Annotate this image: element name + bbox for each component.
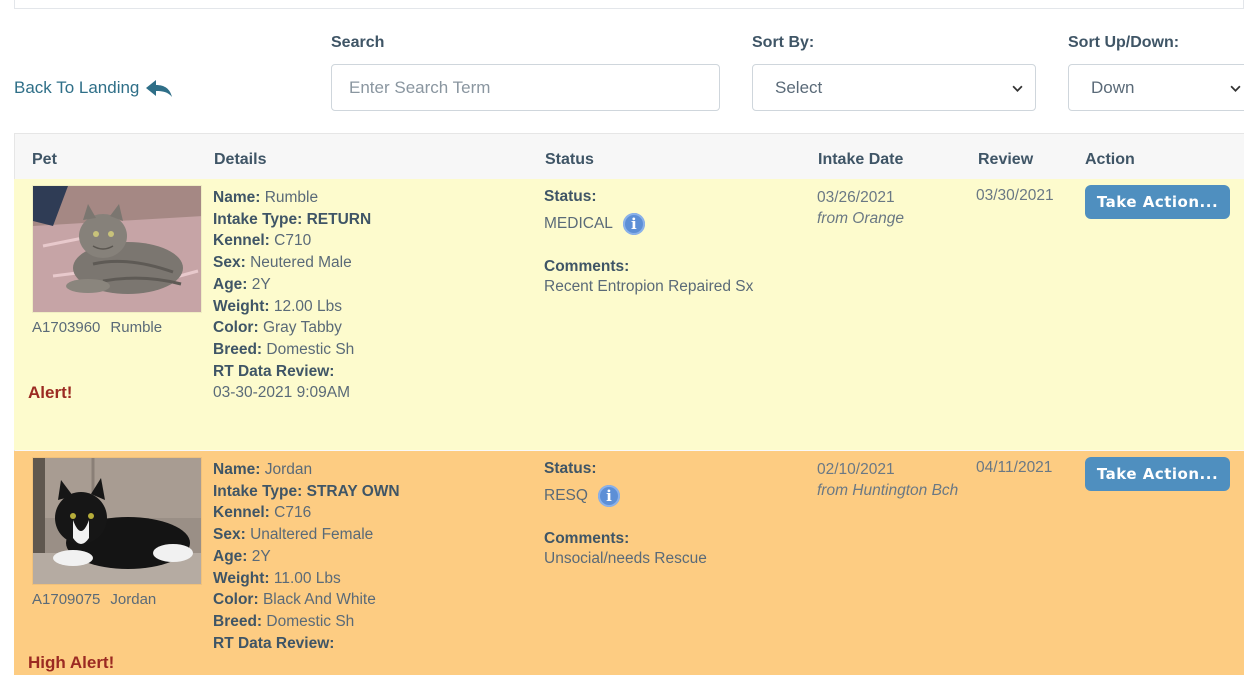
sex-key: Sex: — [213, 254, 246, 272]
sex-value: Neutered Male — [250, 254, 352, 272]
intake-cell: 02/10/2021 from Huntington Bch — [817, 459, 967, 501]
header-action: Action — [1085, 151, 1135, 168]
breed-value: Domestic Sh — [266, 612, 355, 630]
sort-direction-value: Down — [1091, 77, 1135, 97]
intake-cell: 03/26/2021 from Orange — [817, 187, 967, 229]
age-value: 2Y — [251, 275, 271, 293]
weight-value: 12.00 Lbs — [273, 297, 342, 315]
name-value: Rumble — [264, 189, 319, 206]
intake-type-key: Intake Type: — [213, 482, 303, 500]
status-value: RESQ — [544, 487, 588, 504]
name-key: Name: — [213, 189, 261, 206]
status-cell: Status: RESQ i Comments: Unsocial/needs … — [544, 459, 814, 569]
kennel-value: C716 — [274, 504, 312, 522]
intake-type-key: Intake Type: — [213, 210, 303, 228]
back-to-landing-link[interactable]: Back To Landing — [14, 78, 173, 98]
kennel-key: Kennel: — [213, 504, 270, 522]
comments-key: Comments: — [544, 530, 630, 547]
color-key: Color: — [213, 591, 259, 609]
rt-review-value: 03-30-2021 9:09AM — [213, 384, 351, 402]
pet-id-line: A1703960 Rumble — [32, 319, 162, 336]
table-row: A1703960 Rumble Alert! Name: Rumble Intak… — [14, 179, 1244, 450]
intake-type-value: RETURN — [306, 210, 372, 228]
back-label: Back To Landing — [14, 78, 140, 97]
rt-review-key: RT Data Review: — [213, 362, 335, 380]
sex-key: Sex: — [213, 526, 246, 544]
table-row: A1709075 Jordan High Alert! Name: Jordan … — [14, 451, 1244, 675]
table-header: Pet Details Status Intake Date Review Ac… — [15, 134, 1244, 180]
breed-key: Breed: — [213, 612, 263, 630]
header-review: Review — [978, 151, 1034, 168]
name-value: Jordan — [264, 461, 313, 478]
header-status: Status — [545, 151, 594, 168]
breed-key: Breed: — [213, 340, 263, 358]
header-pet: Pet — [32, 151, 57, 168]
info-icon[interactable]: i — [597, 485, 620, 507]
take-action-button[interactable]: Take Action... — [1085, 457, 1230, 491]
alert-label: High Alert! — [28, 653, 115, 672]
chevron-down-icon — [1012, 85, 1023, 92]
comments-key: Comments: — [544, 258, 630, 275]
color-value: Black And White — [262, 591, 376, 609]
top-panel — [14, 0, 1244, 9]
color-value: Gray Tabby — [262, 319, 342, 337]
kennel-key: Kennel: — [213, 232, 270, 250]
pet-id: A1709075 — [32, 591, 101, 608]
intake-date: 03/26/2021 — [817, 189, 895, 206]
name-key: Name: — [213, 461, 261, 478]
sort-by-label: Sort By: — [752, 34, 815, 51]
review-date: 04/11/2021 — [976, 459, 1053, 476]
rt-review-key: RT Data Review: — [213, 634, 335, 652]
weight-value: 11.00 Lbs — [273, 569, 341, 587]
sort-direction-label: Sort Up/Down: — [1068, 34, 1180, 51]
search-label: Search — [331, 34, 385, 51]
reply-arrow-icon — [146, 80, 173, 97]
review-date: 03/30/2021 — [976, 187, 1054, 204]
status-key: Status: — [544, 460, 597, 477]
status-value: MEDICAL — [544, 215, 613, 232]
pet-id: A1703960 — [32, 319, 101, 336]
header-details: Details — [214, 151, 267, 168]
pet-details: Name: Rumble Intake Type: RETURN Kennel:… — [213, 187, 533, 404]
alert-label: Alert! — [28, 383, 73, 402]
pet-name: Jordan — [110, 591, 157, 608]
intake-from: from Huntington Bch — [817, 482, 959, 499]
comments-value: Unsocial/needs Rescue — [544, 550, 707, 567]
pet-name: Rumble — [110, 319, 163, 336]
comments-value: Recent Entropion Repaired Sx — [544, 278, 754, 295]
pet-id-line: A1709075 Jordan — [32, 591, 156, 608]
age-key: Age: — [213, 275, 248, 293]
age-value: 2Y — [251, 547, 271, 565]
pet-photo[interactable] — [32, 185, 202, 313]
weight-key: Weight: — [213, 297, 270, 315]
sort-by-select[interactable]: Select — [752, 64, 1036, 111]
search-input[interactable] — [331, 64, 720, 111]
header-intake-date: Intake Date — [818, 151, 904, 168]
kennel-value: C710 — [274, 232, 312, 250]
info-icon[interactable]: i — [622, 213, 645, 235]
age-key: Age: — [213, 547, 248, 565]
weight-key: Weight: — [213, 569, 270, 587]
status-cell: Status: MEDICAL i Comments: Recent Entro… — [544, 187, 814, 297]
pet-details: Name: Jordan Intake Type: STRAY OWN Kenn… — [213, 459, 533, 654]
status-key: Status: — [544, 188, 597, 205]
take-action-button[interactable]: Take Action... — [1085, 185, 1230, 219]
breed-value: Domestic Sh — [266, 340, 355, 358]
intake-date: 02/10/2021 — [817, 461, 895, 478]
chevron-down-icon — [1230, 85, 1241, 92]
sort-by-value: Select — [775, 77, 823, 97]
sort-direction-select[interactable]: Down — [1068, 64, 1244, 111]
intake-type-value: STRAY OWN — [306, 482, 400, 500]
color-key: Color: — [213, 319, 259, 337]
sex-value: Unaltered Female — [250, 526, 374, 544]
pet-photo[interactable] — [32, 457, 202, 585]
intake-from: from Orange — [817, 210, 905, 227]
